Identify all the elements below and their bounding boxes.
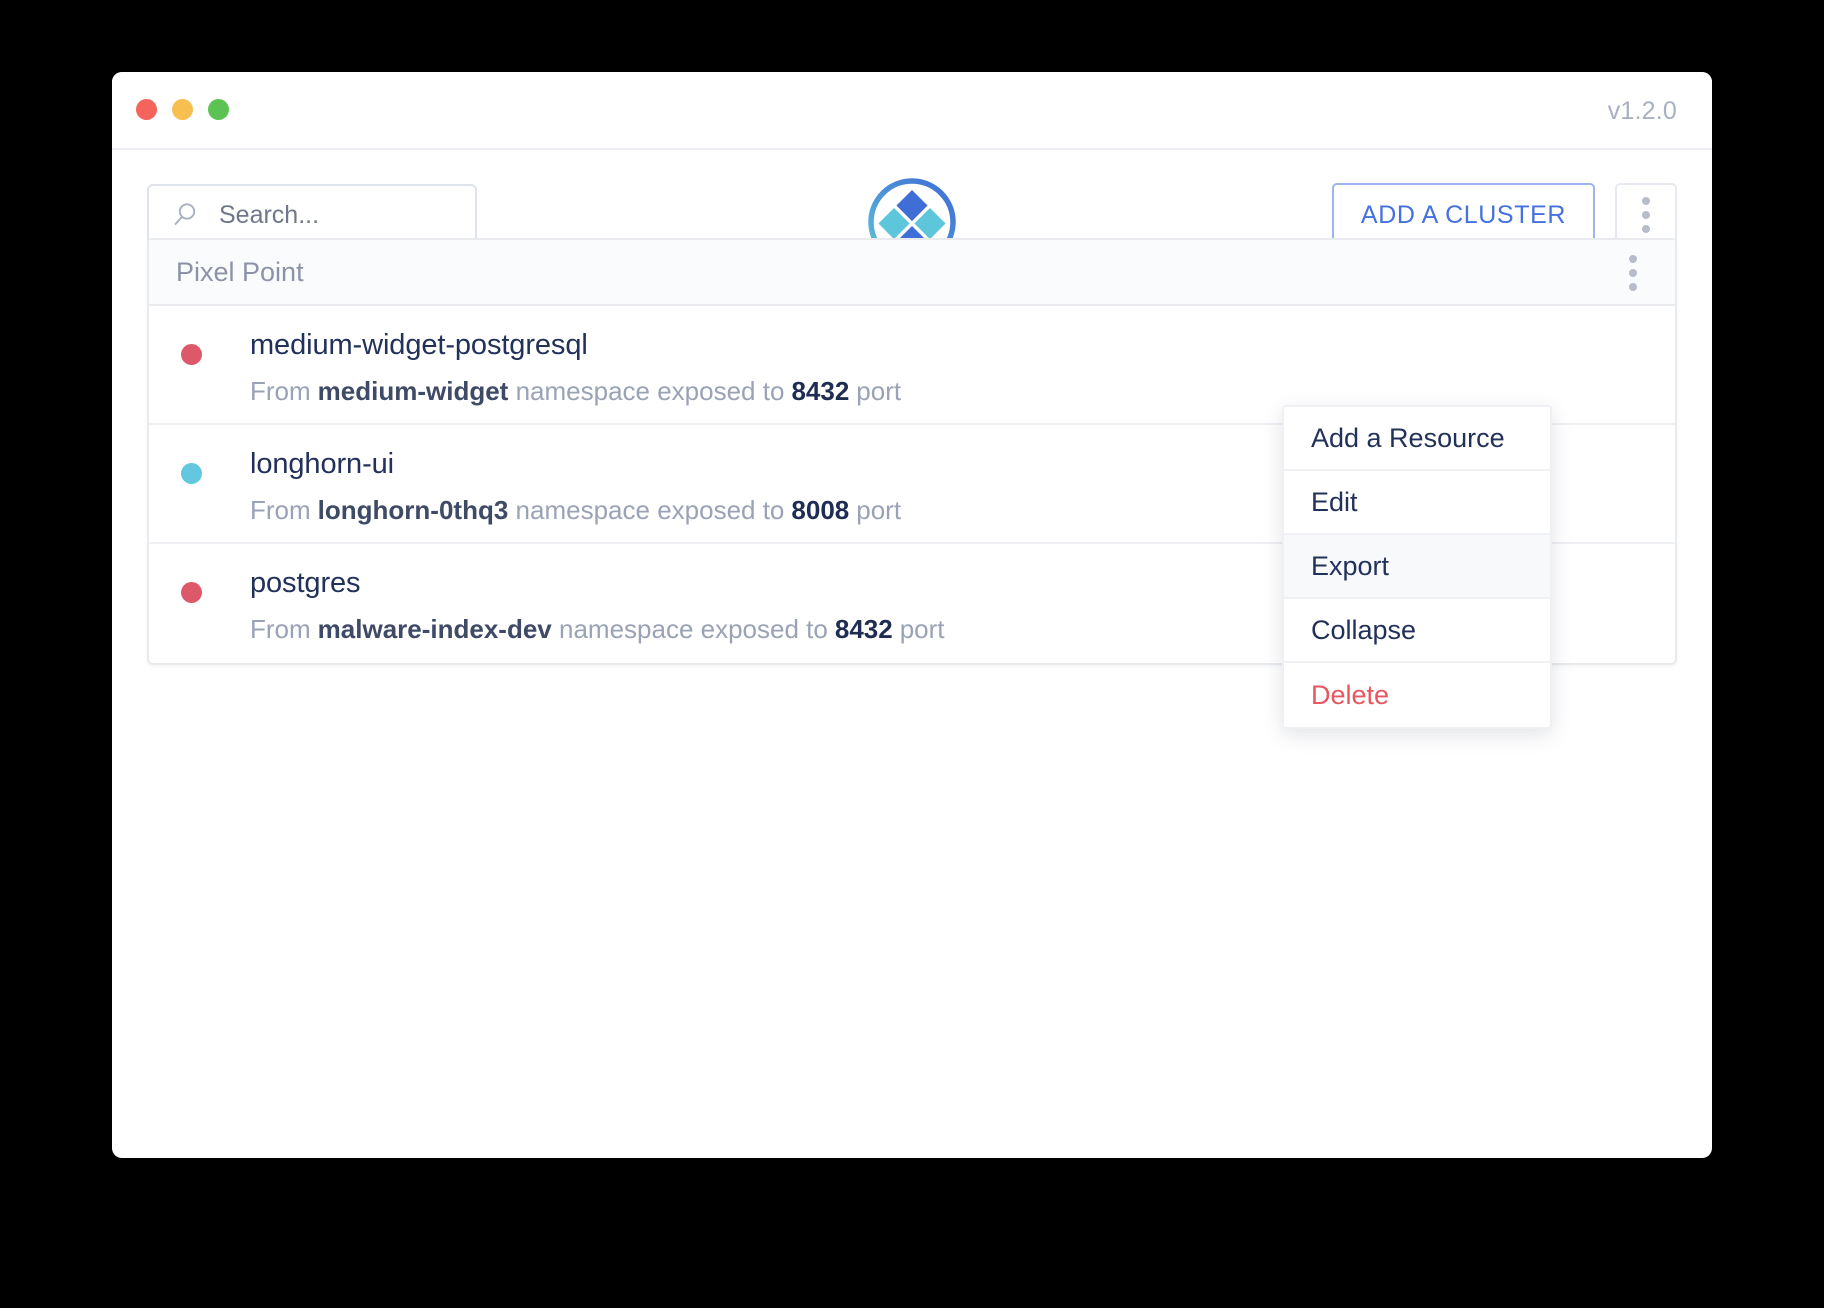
kebab-dot-icon xyxy=(1642,225,1650,233)
close-window-button[interactable] xyxy=(136,99,157,120)
context-menu-item[interactable]: Collapse xyxy=(1284,599,1550,663)
version-label: v1.2.0 xyxy=(1607,97,1677,125)
cluster-context-menu: Add a Resource Edit Export Collapse Delete xyxy=(1282,405,1552,729)
resource-exposed-label: namespace exposed to xyxy=(515,495,785,525)
kebab-dot-icon xyxy=(1629,255,1637,263)
resource-exposed-label: namespace exposed to xyxy=(515,376,785,406)
app-window: v1.2.0 ADD A CLUSTER xyxy=(112,72,1712,1158)
traffic-lights xyxy=(136,99,229,120)
resource-from-label: From xyxy=(250,376,311,406)
resource-namespace: medium-widget xyxy=(317,376,509,406)
cluster-overflow-button[interactable] xyxy=(1613,240,1653,306)
context-menu-item[interactable]: Add a Resource xyxy=(1284,407,1550,471)
resource-port: 8008 xyxy=(791,495,850,525)
context-menu-list: Add a Resource Edit Export Collapse Delete xyxy=(1284,407,1550,727)
cluster-card-header: Pixel Point xyxy=(149,240,1675,306)
context-menu-item[interactable]: Edit xyxy=(1284,471,1550,535)
cluster-title: Pixel Point xyxy=(176,256,304,287)
context-menu-item[interactable]: Delete xyxy=(1284,663,1550,727)
resource-port-label: port xyxy=(856,495,902,525)
resource-port: 8432 xyxy=(834,614,893,644)
status-indicator-dot xyxy=(181,463,202,484)
search-input[interactable] xyxy=(219,200,449,230)
resource-exposed-label: namespace exposed to xyxy=(559,614,828,644)
search-icon xyxy=(174,203,196,225)
resource-from-label: From xyxy=(250,614,311,644)
resource-port-label: port xyxy=(856,376,902,406)
context-menu-item[interactable]: Export xyxy=(1284,535,1550,599)
resource-name: medium-widget-postgresql xyxy=(250,329,588,361)
zoom-window-button[interactable] xyxy=(208,99,229,120)
resource-from-label: From xyxy=(250,495,311,525)
kebab-dot-icon xyxy=(1629,269,1637,277)
title-bar: v1.2.0 xyxy=(112,72,1712,150)
resource-description: From medium-widget namespace exposed to 84… xyxy=(250,375,1675,407)
resource-namespace: longhorn-0thq3 xyxy=(317,495,509,525)
resource-port-label: port xyxy=(899,614,945,644)
kebab-dot-icon xyxy=(1642,197,1650,205)
kebab-dot-icon xyxy=(1629,283,1637,291)
status-indicator-dot xyxy=(181,344,202,365)
kebab-dot-icon xyxy=(1642,211,1650,219)
minimize-window-button[interactable] xyxy=(172,99,193,120)
search-box[interactable] xyxy=(147,184,477,246)
resource-port: 8432 xyxy=(791,376,850,406)
status-indicator-dot xyxy=(181,582,202,603)
resource-namespace: malware-index-dev xyxy=(317,614,552,644)
